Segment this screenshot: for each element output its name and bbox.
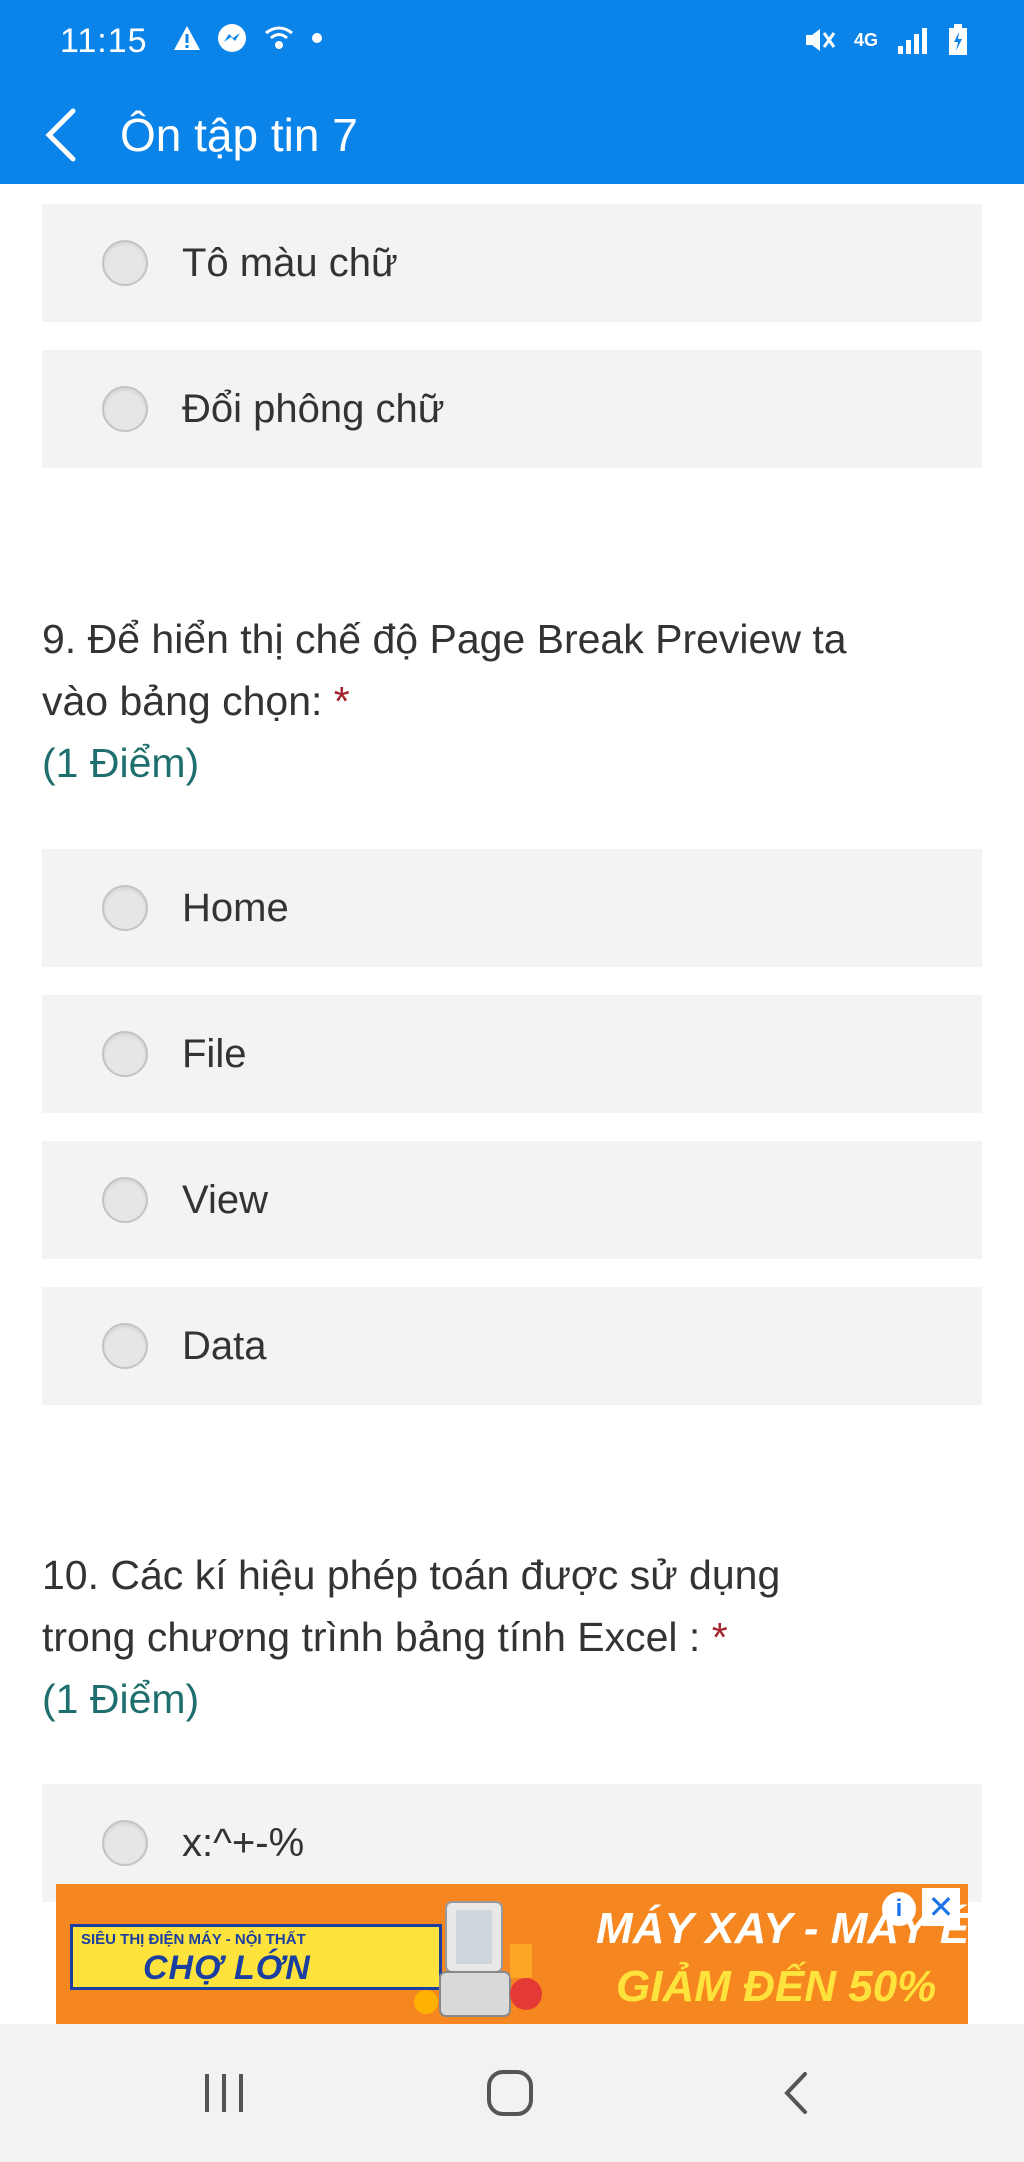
option-view[interactable]: View xyxy=(42,1141,982,1259)
option-file[interactable]: File xyxy=(42,995,982,1113)
status-icons-right: 4G xyxy=(802,24,968,56)
required-mark: * xyxy=(711,1614,728,1660)
option-label: x:^+-% xyxy=(182,1820,305,1865)
required-mark: * xyxy=(333,678,350,724)
status-icons-left xyxy=(172,22,324,54)
form-content[interactable]: Tô màu chữ Đổi phông chữ 9. Để hiển thị … xyxy=(0,184,1024,2024)
ad-brand: CHỢ LỚN xyxy=(143,1949,311,1987)
option-label: Đổi phông chữ xyxy=(182,386,445,431)
status-time: 11:15 xyxy=(60,22,148,60)
home-icon xyxy=(487,2070,533,2116)
mute-icon xyxy=(805,29,836,51)
option-label: File xyxy=(182,1031,247,1076)
question-text: trong chương trình bảng tính Excel : xyxy=(42,1614,712,1660)
question-9: 9. Để hiển thị chế độ Page Break Preview… xyxy=(42,608,982,794)
vowifi-icon xyxy=(265,26,293,49)
option-label: Tô màu chữ xyxy=(182,240,398,285)
ad-close-icon[interactable]: ✕ xyxy=(922,1888,960,1926)
page-title: Ôn tập tin 7 xyxy=(120,109,358,161)
app-bar: Ôn tập tin 7 xyxy=(0,86,1024,184)
ad-brand-box: SIÊU THỊ ĐIỆN MÁY - NỘI THẤT CHỢ LỚN xyxy=(70,1924,442,1990)
4g-icon: 4G xyxy=(853,30,878,50)
recent-apps-button[interactable] xyxy=(184,2058,264,2128)
radio-button[interactable] xyxy=(102,1323,148,1369)
home-button[interactable] xyxy=(470,2058,550,2128)
back-button[interactable] xyxy=(30,102,90,168)
battery-icon xyxy=(949,24,967,55)
radio-button[interactable] xyxy=(102,885,148,931)
question-points: (1 Điểm) xyxy=(42,740,200,786)
ad-headline-2: GIẢM ĐẾN 50% xyxy=(616,1962,937,2011)
recent-apps-icon xyxy=(205,2074,243,2112)
dot-icon xyxy=(312,33,322,43)
question-text-line: trong chương trình bảng tính Excel : * xyxy=(42,1606,982,1668)
radio-button[interactable] xyxy=(102,240,148,286)
option-to-mau-chu[interactable]: Tô màu chữ xyxy=(42,204,982,322)
radio-button[interactable] xyxy=(102,386,148,432)
chevron-left-icon xyxy=(45,108,76,162)
messenger-icon xyxy=(218,24,246,52)
question-text: vào bảng chọn: xyxy=(42,678,334,724)
nav-back-button[interactable] xyxy=(756,2058,836,2128)
ad-info-icon[interactable]: i xyxy=(882,1892,916,1926)
option-label: Data xyxy=(182,1323,267,1368)
radio-button[interactable] xyxy=(102,1820,148,1866)
question-points: (1 Điểm) xyxy=(42,1676,200,1722)
ad-banner[interactable]: SIÊU THỊ ĐIỆN MÁY - NỘI THẤT CHỢ LỚN MÁY… xyxy=(56,1884,968,2024)
option-doi-phong-chu[interactable]: Đổi phông chữ xyxy=(42,350,982,468)
back-icon xyxy=(784,2072,807,2114)
warning-icon xyxy=(174,26,200,50)
blender-image xyxy=(414,1901,542,2017)
system-nav-bar xyxy=(0,2024,1024,2162)
signal-icon xyxy=(898,28,927,54)
option-home[interactable]: Home xyxy=(42,849,982,967)
status-bar: 11:15 4G xyxy=(0,0,1024,86)
screen: 11:15 4G Ôn tập tin 7 Tô màu chữ Đổi phô… xyxy=(0,0,1024,2162)
question-text-line: 10. Các kí hiệu phép toán được sử dụng xyxy=(42,1552,781,1598)
question-text-line: vào bảng chọn: * xyxy=(42,670,982,732)
question-text-line: 9. Để hiển thị chế độ Page Break Preview… xyxy=(42,616,847,662)
question-10: 10. Các kí hiệu phép toán được sử dụng t… xyxy=(42,1544,982,1730)
option-label: View xyxy=(182,1177,268,1222)
ad-small-text: SIÊU THỊ ĐIỆN MÁY - NỘI THẤT xyxy=(81,1931,306,1948)
option-label: Home xyxy=(182,885,289,930)
radio-button[interactable] xyxy=(102,1031,148,1077)
option-data[interactable]: Data xyxy=(42,1287,982,1405)
radio-button[interactable] xyxy=(102,1177,148,1223)
